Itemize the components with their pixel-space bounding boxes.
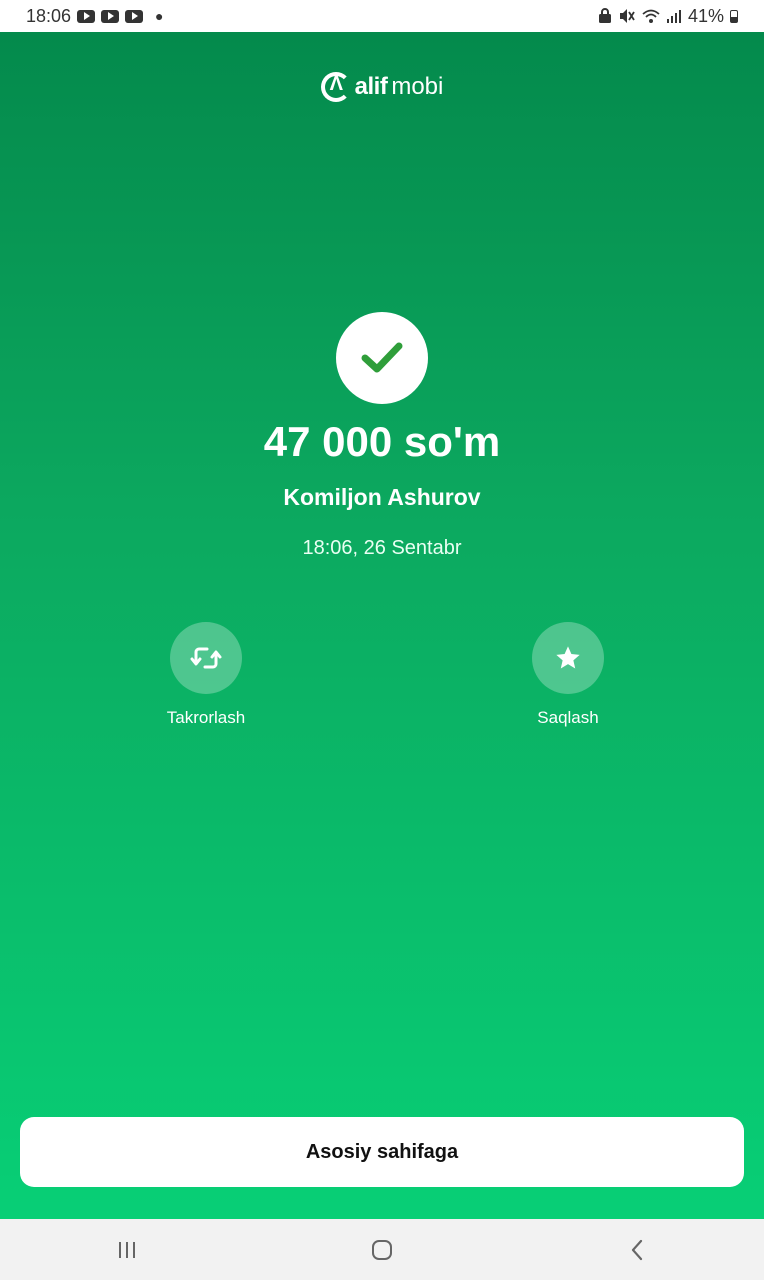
notification-dot-icon: ● bbox=[155, 8, 164, 24]
star-icon bbox=[556, 646, 580, 669]
recipient-name: Komiljon Ashurov bbox=[283, 484, 481, 510]
app-logo: alif mobi bbox=[0, 72, 764, 102]
repeat-button[interactable]: Takrorlash bbox=[136, 622, 276, 728]
payment-amount: 47 000 so'm bbox=[263, 418, 501, 465]
save-button[interactable]: Saqlash bbox=[498, 622, 638, 728]
back-icon bbox=[631, 1239, 642, 1260]
home-nav-button[interactable] bbox=[342, 1230, 422, 1270]
repeat-label: Takrorlash bbox=[166, 708, 246, 727]
alif-logo-icon bbox=[320, 72, 351, 102]
save-button-circle[interactable] bbox=[532, 622, 604, 694]
check-icon bbox=[361, 342, 403, 373]
status-bar: 18:06 ● 41% bbox=[0, 0, 764, 32]
status-left: 18:06 ● bbox=[26, 6, 164, 27]
repeat-button-circle[interactable] bbox=[170, 622, 242, 694]
recent-apps-button[interactable] bbox=[87, 1230, 167, 1270]
youtube-icon bbox=[77, 9, 96, 23]
mute-icon bbox=[619, 9, 635, 23]
home-icon bbox=[371, 1239, 392, 1260]
success-badge bbox=[336, 312, 428, 404]
status-time: 18:06 bbox=[26, 5, 72, 26]
youtube-icon bbox=[125, 9, 144, 23]
repeat-icon bbox=[190, 647, 222, 669]
battery-icon bbox=[730, 9, 738, 23]
youtube-icon bbox=[101, 9, 120, 23]
lock-icon bbox=[598, 8, 611, 23]
payment-datetime: 18:06, 26 Sentabr bbox=[302, 537, 462, 559]
go-home-button[interactable]: Asosiy sahifaga bbox=[20, 1117, 744, 1187]
success-screen: alif mobi 47 000 so'm Komiljon Ashurov 1… bbox=[0, 32, 764, 1219]
battery-percent: 41% bbox=[687, 5, 724, 26]
back-nav-button[interactable] bbox=[597, 1230, 677, 1270]
logo-text-alif: alif bbox=[354, 73, 388, 100]
wifi-icon bbox=[642, 9, 660, 23]
save-label: Saqlash bbox=[537, 708, 599, 727]
status-right: 41% bbox=[598, 6, 738, 27]
recent-apps-icon bbox=[119, 1241, 136, 1258]
system-nav-bar bbox=[0, 1219, 764, 1280]
logo-text-mobi: mobi bbox=[391, 73, 444, 100]
signal-icon bbox=[666, 10, 681, 23]
